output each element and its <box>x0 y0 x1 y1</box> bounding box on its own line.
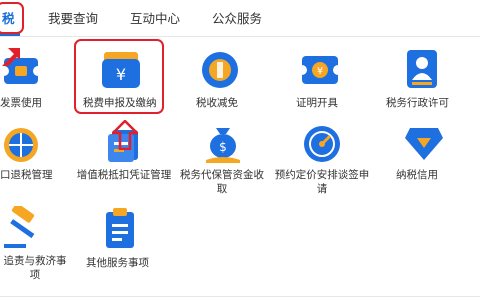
grid-item-certificate-issue[interactable]: ¥ 证明开具 <box>286 44 356 114</box>
up-arrow-icon <box>112 120 138 150</box>
grid-item-vat-deduction-voucher[interactable]: 增值税抵扣凭证管理 <box>76 120 172 196</box>
tab-bar: 税 我要查询 互动中心 公众服务 <box>0 0 480 37</box>
gauge-icon <box>304 126 340 162</box>
gavel-icon <box>4 206 35 248</box>
id-card-icon <box>407 50 437 88</box>
grid-item-label: 其他服务事项 <box>86 257 149 269</box>
grid-item-advance-pricing[interactable]: 预约定价安排谈签申请 <box>272 120 372 196</box>
grid-item-tax-credit[interactable]: 纳税信用 <box>384 120 464 190</box>
grid-item-label: 证明开具 <box>296 97 338 109</box>
clipboard-icon <box>106 208 134 248</box>
svg-text:¥: ¥ <box>317 66 323 77</box>
tab-interaction-center[interactable]: 互动中心 <box>130 8 180 27</box>
grid-item-tax-custody-fund[interactable]: $ 税务代保管资金收取 <box>176 120 268 196</box>
grid-item-label: 追责与救济事项 <box>3 255 67 281</box>
grid-item-accountability-remedy[interactable]: 追责与救济事项 <box>0 202 70 282</box>
money-bag-icon: $ <box>206 128 240 163</box>
svg-text:$: $ <box>219 140 227 154</box>
grid-item-label: 税务行政许可 <box>386 97 449 109</box>
grid-item-label: 纳税信用 <box>396 169 438 181</box>
grid-item-label: 发票使用 <box>0 97 42 109</box>
yuan-ticket-icon: ¥ <box>300 56 340 84</box>
grid-item-label: 口退税管理 <box>0 169 53 181</box>
grid-item-label: 预约定价安排谈签申请 <box>274 169 370 195</box>
grid-item-tax-admin-permit[interactable]: 税务行政许可 <box>380 44 470 114</box>
item-highlight-box <box>74 39 164 114</box>
grid-item-tax-reduction[interactable]: 税收减免 <box>188 44 252 114</box>
grid-item-label: 税务代保管资金收取 <box>180 169 264 195</box>
tab-highlight-box <box>0 2 24 34</box>
coin-icon <box>202 52 238 88</box>
grid-item-other-services[interactable]: 其他服务事项 <box>80 202 164 272</box>
globe-icon <box>4 128 38 162</box>
diamond-icon <box>405 128 443 160</box>
grid-item-label: 税收减免 <box>196 97 238 109</box>
pointer-arrow-icon <box>2 48 20 66</box>
bottom-divider <box>0 296 480 297</box>
tab-public-service[interactable]: 公众服务 <box>212 8 262 27</box>
grid-item-label: 增值税抵扣凭证管理 <box>76 169 172 181</box>
tab-my-query[interactable]: 我要查询 <box>48 8 98 27</box>
grid-item-export-rebate[interactable]: 口退税管理 <box>0 122 60 192</box>
